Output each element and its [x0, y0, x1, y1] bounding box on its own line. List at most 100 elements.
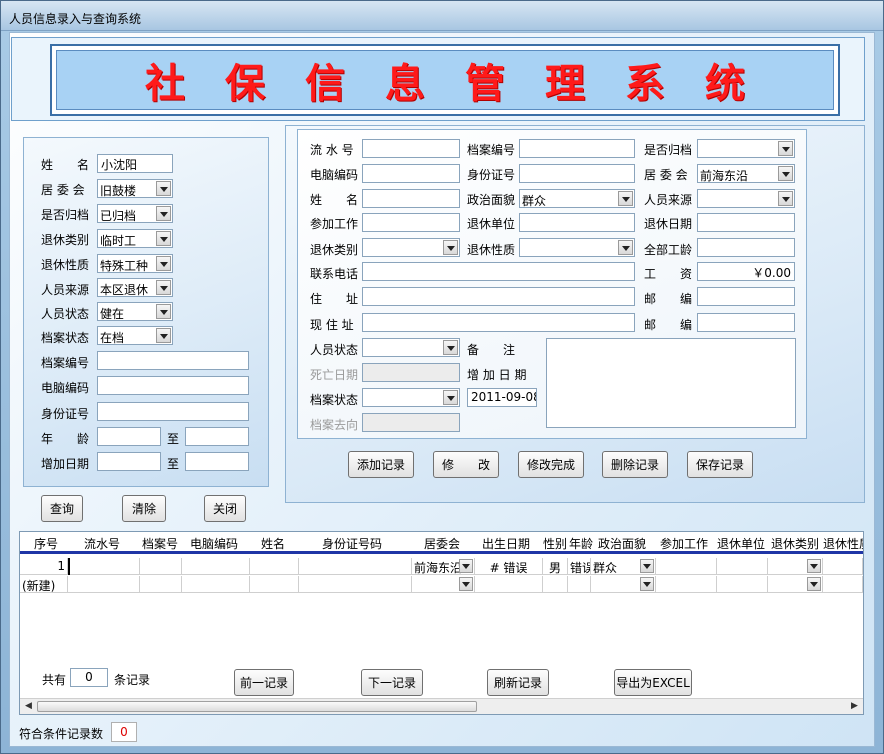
source-select[interactable] — [697, 189, 795, 208]
status-select[interactable] — [362, 338, 460, 357]
postcode-input[interactable] — [697, 287, 795, 306]
chevron-down-icon[interactable] — [807, 559, 821, 573]
id-cell[interactable] — [299, 558, 412, 575]
name-cell[interactable] — [250, 558, 299, 575]
death-date-input[interactable] — [362, 363, 460, 382]
query-age-from-input[interactable] — [97, 427, 161, 446]
prev-record-button[interactable]: 前一记录 — [234, 669, 294, 696]
serial-cell[interactable] — [68, 558, 140, 575]
scroll-thumb[interactable] — [37, 701, 477, 712]
chevron-down-icon[interactable] — [778, 141, 793, 156]
serial-input[interactable] — [362, 139, 460, 158]
retire-unit-input[interactable] — [519, 213, 635, 232]
total-seniority-input[interactable] — [697, 238, 795, 257]
row-index-cell[interactable]: 1 — [20, 558, 68, 575]
records-grid[interactable]: 序号 流水号 档案号 电脑编码 姓名 身份证号码 居委会 出生日期 性别 年龄 … — [19, 531, 864, 715]
save-record-button[interactable]: 保存记录 — [687, 451, 753, 478]
chevron-down-icon[interactable] — [640, 577, 654, 591]
new-row-index-cell[interactable]: (新建) — [20, 576, 68, 593]
chevron-down-icon[interactable] — [618, 240, 633, 255]
retire-unit-cell[interactable] — [717, 576, 768, 593]
col-header[interactable]: 性别 — [543, 535, 567, 551]
query-pc-no-input[interactable] — [97, 376, 249, 395]
chevron-down-icon[interactable] — [807, 577, 821, 591]
table-row[interactable]: 1 前海东沿 # 错误 男 错误 群众 — [20, 558, 863, 575]
chevron-down-icon[interactable] — [156, 328, 171, 343]
file-dest-input[interactable] — [362, 413, 460, 432]
chevron-down-icon[interactable] — [156, 231, 171, 246]
query-file-no-input[interactable] — [97, 351, 249, 370]
query-added-to-input[interactable] — [185, 452, 249, 471]
gender-cell[interactable]: 男 — [543, 558, 568, 575]
work-start-input[interactable] — [362, 213, 460, 232]
postcode2-input[interactable] — [697, 313, 795, 332]
query-file-status-select[interactable]: 在档 — [97, 326, 173, 345]
title-bar[interactable]: 人员信息录入与查询系统 — [1, 1, 883, 31]
col-header[interactable]: 电脑编码 — [190, 535, 238, 551]
total-count-input[interactable]: 0 — [70, 668, 108, 687]
col-header[interactable]: 退休性质 — [823, 535, 863, 551]
chevron-down-icon[interactable] — [778, 191, 793, 206]
col-header[interactable]: 参加工作 — [660, 535, 708, 551]
file-no-cell[interactable] — [140, 576, 182, 593]
name-input[interactable] — [362, 189, 460, 208]
query-retire-type-select[interactable]: 临时工 — [97, 229, 173, 248]
phone-input[interactable] — [362, 262, 635, 281]
table-row-new[interactable]: (新建) — [20, 576, 863, 593]
birth-cell[interactable] — [475, 576, 543, 593]
chevron-down-icon[interactable] — [443, 340, 458, 355]
archived-select[interactable] — [697, 139, 795, 158]
retire-unit-cell[interactable] — [717, 558, 768, 575]
export-excel-button[interactable]: 导出为EXCEL — [614, 669, 692, 696]
query-name-input[interactable]: 小沈阳 — [97, 154, 173, 173]
col-header[interactable]: 退休类别 — [771, 535, 819, 551]
age-cell[interactable] — [568, 576, 591, 593]
file-no-input[interactable] — [519, 139, 635, 158]
query-age-to-input[interactable] — [185, 427, 249, 446]
work-start-cell[interactable] — [656, 558, 717, 575]
col-header[interactable]: 流水号 — [84, 535, 120, 551]
col-header[interactable]: 序号 — [34, 535, 58, 551]
query-source-select[interactable]: 本区退休 — [97, 278, 173, 297]
col-header[interactable]: 档案号 — [142, 535, 178, 551]
scroll-left-icon[interactable]: ◀ — [21, 700, 36, 713]
col-header[interactable]: 居委会 — [424, 535, 460, 551]
chevron-down-icon[interactable] — [156, 206, 171, 221]
work-start-cell[interactable] — [656, 576, 717, 593]
chevron-down-icon[interactable] — [443, 390, 458, 405]
query-id-no-input[interactable] — [97, 402, 249, 421]
remark-textarea[interactable] — [546, 338, 796, 428]
id-input[interactable] — [519, 164, 635, 183]
col-header[interactable]: 年龄 — [569, 535, 593, 551]
file-status-select[interactable] — [362, 388, 460, 407]
next-record-button[interactable]: 下一记录 — [361, 669, 423, 696]
file-no-cell[interactable] — [140, 558, 182, 575]
col-header[interactable]: 政治面貌 — [598, 535, 646, 551]
add-record-button[interactable]: 添加记录 — [348, 451, 414, 478]
refresh-record-button[interactable]: 刷新记录 — [487, 669, 549, 696]
pc-no-input[interactable] — [362, 164, 460, 183]
close-button[interactable]: 关闭 — [204, 495, 246, 522]
query-committee-select[interactable]: 旧鼓楼 — [97, 179, 173, 198]
chevron-down-icon[interactable] — [443, 240, 458, 255]
chevron-down-icon[interactable] — [156, 280, 171, 295]
edit-done-button[interactable]: 修改完成 — [518, 451, 584, 478]
pc-no-cell[interactable] — [182, 558, 250, 575]
political-select[interactable]: 群众 — [519, 189, 635, 208]
chevron-down-icon[interactable] — [778, 166, 793, 181]
col-header[interactable]: 退休单位 — [717, 535, 765, 551]
query-status-select[interactable]: 健在 — [97, 302, 173, 321]
age-cell[interactable]: 错误 — [568, 558, 591, 575]
scroll-right-icon[interactable]: ▶ — [847, 700, 862, 713]
query-button[interactable]: 查询 — [41, 495, 83, 522]
delete-record-button[interactable]: 删除记录 — [602, 451, 668, 478]
wage-input[interactable]: ￥0.00 — [697, 262, 795, 281]
chevron-down-icon[interactable] — [618, 191, 633, 206]
address-input[interactable] — [362, 287, 635, 306]
clear-button[interactable]: 清除 — [122, 495, 166, 522]
col-header[interactable]: 姓名 — [261, 535, 285, 551]
horizontal-scrollbar[interactable]: ◀ ▶ — [20, 698, 863, 714]
retire-nature-cell[interactable] — [823, 576, 863, 593]
id-cell[interactable] — [299, 576, 412, 593]
name-cell[interactable] — [250, 576, 299, 593]
